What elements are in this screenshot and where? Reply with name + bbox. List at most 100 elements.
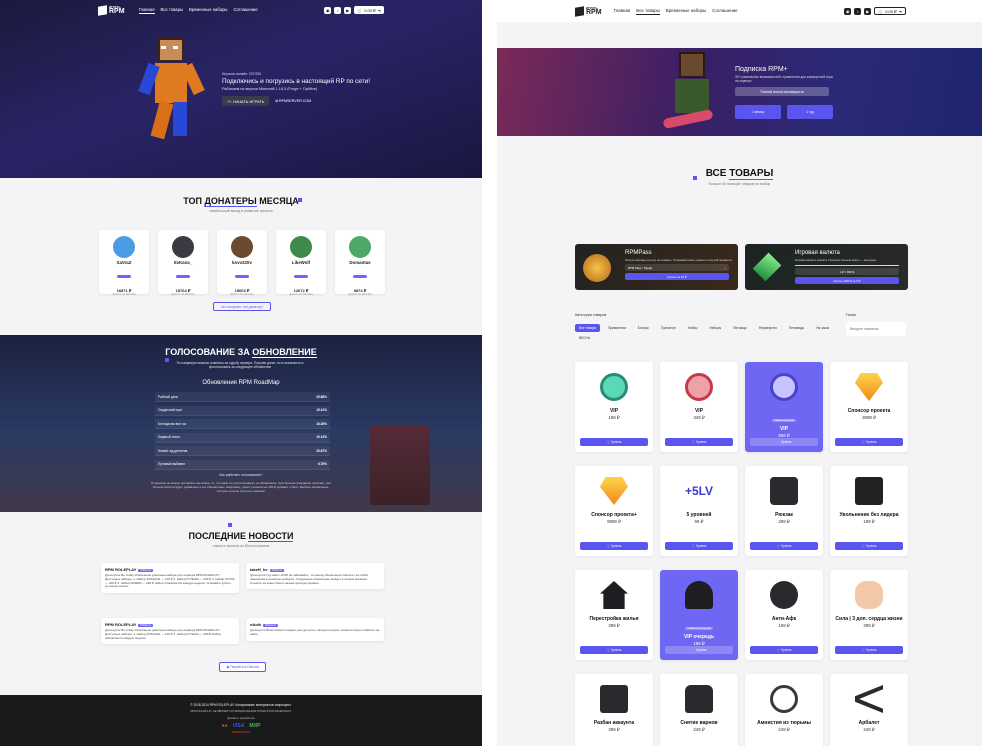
nav-terms-link[interactable]: Соглашение (233, 7, 257, 14)
nav-shop-link[interactable]: Все товары (161, 7, 183, 14)
category-tab[interactable]: Фермерство (755, 324, 781, 332)
currency-amount[interactable]: 1 ₽ = 800 $ (795, 268, 899, 276)
news-card[interactable]: RPM ROLEPLAY #Новости @everyone Во славу … (101, 563, 239, 594)
sleep-icon (767, 578, 801, 612)
server-ip[interactable]: ⧉ RPMSERVER.COM (275, 99, 311, 103)
vip-purple-icon (767, 370, 801, 404)
donor-sum-label: ДОНАТ ЗА МЕСЯЦ (289, 293, 313, 296)
rpmpass-select[interactable]: RPM Pass / Тариф ⌄ (625, 264, 729, 271)
buy-button[interactable]: 🛒 Купить (750, 542, 818, 550)
product-card[interactable]: VIP 199 ₽ 🛒 Купить (575, 362, 653, 452)
product-card[interactable]: +5LV 5 уровней 99 ₽ 🛒 Купить (660, 466, 738, 556)
option-label: Сердечный пусс (158, 408, 183, 412)
how-voting-works[interactable]: Как работает голосование? (0, 473, 482, 477)
buy-button[interactable]: 🛒 Купить (665, 438, 733, 446)
vote-section: ГОЛОСОВАНИЕ ЗА ОБНОВЛЕНИЕ Ты напрямую мо… (0, 335, 482, 512)
nav-home-link[interactable]: Главная (138, 7, 155, 14)
news-card[interactable]: nikvik #Новости @everyone Всем привет! Се… (246, 618, 384, 641)
plan-month-button[interactable]: 1 месяц (735, 105, 781, 119)
roadmap-option[interactable]: Сердечный пусс 15.41% (155, 405, 330, 416)
cart-button[interactable]: 🛒 0.00 ₽ ➜ (874, 7, 906, 15)
product-card[interactable]: Самая выгодная VIP 699 ₽ 🛒 Купить (745, 362, 823, 452)
buy-button[interactable]: 🛒 Купить (835, 646, 903, 654)
currency-card: Игровая валюта Игровая валюта проекта. П… (745, 244, 908, 290)
product-card[interactable]: Перестройка жилья 399 ₽ 🛒 Купить (575, 570, 653, 660)
buy-button[interactable]: 🛒 Купить (580, 542, 648, 550)
rpmpass-buy-button[interactable]: Купить за 10 ₽ (625, 273, 729, 280)
accent-square (298, 198, 302, 202)
category-tab[interactable]: Пеповиды (785, 324, 808, 332)
roadmap-option[interactable]: Рыбный день 29.88% (155, 392, 330, 402)
category-tab[interactable]: Все товары (575, 324, 601, 332)
features-list-button[interactable]: Полный список преимуществ (735, 87, 829, 96)
category-tab[interactable]: Кейсы (684, 324, 701, 332)
youtube-icon[interactable]: ▶ (864, 7, 872, 15)
buy-button[interactable]: 🛒 Купить (750, 646, 818, 654)
currency-text: Игровая валюта проекта. Покупать больше … (795, 258, 877, 262)
subscription-character (662, 52, 722, 132)
tiktok-icon[interactable]: ♪ (334, 6, 342, 14)
discord-icon[interactable]: ◉ (844, 7, 852, 15)
buy-button[interactable]: 🛒 Купить (750, 438, 818, 446)
product-card[interactable]: Самый популярный VIP очередь 199 ₽ 🛒 Купи… (660, 570, 738, 660)
cart-button[interactable]: 🛒 0.00 ₽ ➜ (354, 6, 384, 14)
hero-character (135, 38, 215, 143)
site-logo[interactable]: ИГРАТЬ RPM (98, 4, 125, 16)
buy-button[interactable]: 🛒 Купить (665, 542, 733, 550)
category-tab[interactable]: Бонусы (634, 324, 653, 332)
category-tab[interactable]: ВЕСНА (575, 334, 594, 342)
buy-button[interactable]: 🛒 Купить (835, 542, 903, 550)
roadmap-option[interactable]: Ледяной сезон 10.13% (155, 432, 330, 443)
option-label: Мотоциклы вне гос (158, 421, 187, 426)
product-card[interactable]: Анти-Афк 199 ₽ 🛒 Купить (745, 570, 823, 660)
category-tab[interactable]: Привилегии (604, 324, 630, 332)
hero-subtitle: Работаем на версии Minecraft 1.16.5 (For… (222, 87, 318, 91)
product-card[interactable]: Амнистия из тюрьмы 249 ₽ 🛒 Купить (745, 674, 823, 746)
product-card[interactable]: Снятие варнов 249 ₽ 🛒 Купить (660, 674, 738, 746)
product-card[interactable]: Увольнение без лидера 199 ₽ 🛒 Купить (830, 466, 908, 556)
product-name: Амнистия из тюрьмы (757, 720, 811, 726)
news-card[interactable]: takeff_he #Новости @everyone Гуд кофе! 10… (246, 563, 384, 590)
category-tab[interactable]: На заказ (812, 324, 833, 332)
product-card[interactable]: Арбалет 249 ₽ 🛒 Купить (830, 674, 908, 746)
discord-icon[interactable]: ◉ (324, 6, 332, 14)
hero-title: Подключись и погрузись в настоящий RP по… (222, 78, 370, 85)
site-logo[interactable]: ИГРАТЬ RPM (575, 5, 602, 17)
product-name: Разбан аккаунта (593, 720, 635, 726)
nav-home-link[interactable]: Главная (614, 8, 631, 15)
nav-shop-link[interactable]: Все товары (636, 8, 660, 15)
category-tab[interactable]: Наборы (705, 324, 725, 332)
currency-buy-button[interactable]: Купить 4000 $ за 5 ₽ (795, 277, 899, 285)
buy-button[interactable]: 🛒 Купить (580, 646, 648, 654)
currency-slider[interactable] (795, 265, 899, 267)
nav-sets-link[interactable]: Временные наборы (189, 7, 228, 14)
buy-button[interactable]: 🛒 Купить (665, 646, 733, 654)
plan-year-button[interactable]: 1 год (787, 105, 833, 119)
top-donor-info-button[interactable]: Что получает топ донатер? (213, 302, 271, 311)
discord-button[interactable]: ◉ Перейти в Discord (219, 662, 266, 672)
search-input[interactable] (846, 322, 906, 336)
product-card[interactable]: Спонсор проекта 3999 ₽ 🛒 Купить (830, 362, 908, 452)
product-card[interactable]: Спонсор проекта+ 9999 ₽ 🛒 Купить (575, 466, 653, 556)
donor-card: SaVraZ 16871 ₽ ДОНАТ ЗА МЕСЯЦ (99, 230, 149, 296)
buy-button[interactable]: 🛒 Купить (580, 438, 648, 446)
youtube-icon[interactable]: ▶ (344, 6, 352, 14)
category-tab[interactable]: Питомцы (729, 324, 751, 332)
product-card[interactable]: Сила | 3 доп. сердца жизни 299 ₽ 🛒 Купит… (830, 570, 908, 660)
product-card[interactable]: Рюкзак 299 ₽ 🛒 Купить (745, 466, 823, 556)
product-card[interactable]: Разбан аккаунта 399 ₽ 🛒 Купить (575, 674, 653, 746)
vote-note: В журнале не можно прописать как вижок, … (151, 481, 331, 493)
roadmap-option[interactable]: Пуловый выбивон 6.78% (155, 459, 330, 470)
nav-sets-link[interactable]: Временные наборы (666, 8, 706, 15)
roadmap-option[interactable]: Мотоциклы вне гос 16.35% (155, 419, 330, 429)
news-card[interactable]: RPM ROLEPLAY #Новости @everyone Во славу … (101, 618, 239, 645)
nav-terms-link[interactable]: Соглашение (712, 8, 737, 15)
tiktok-icon[interactable]: ♪ (854, 7, 862, 15)
start-playing-button[interactable]: 🎮 НАЧАТЬ ИГРАТЬ (222, 96, 270, 106)
product-card[interactable]: VIP 349 ₽ 🛒 Купить (660, 362, 738, 452)
news-tag: #Новости (138, 569, 154, 572)
roadmap-option[interactable]: Новый год детектив 20.87% (155, 446, 330, 456)
category-tab[interactable]: Транспорт (657, 324, 680, 332)
buy-button[interactable]: 🛒 Купить (835, 438, 903, 446)
news-text: @everyone Во славу обновления донатные н… (105, 628, 221, 640)
